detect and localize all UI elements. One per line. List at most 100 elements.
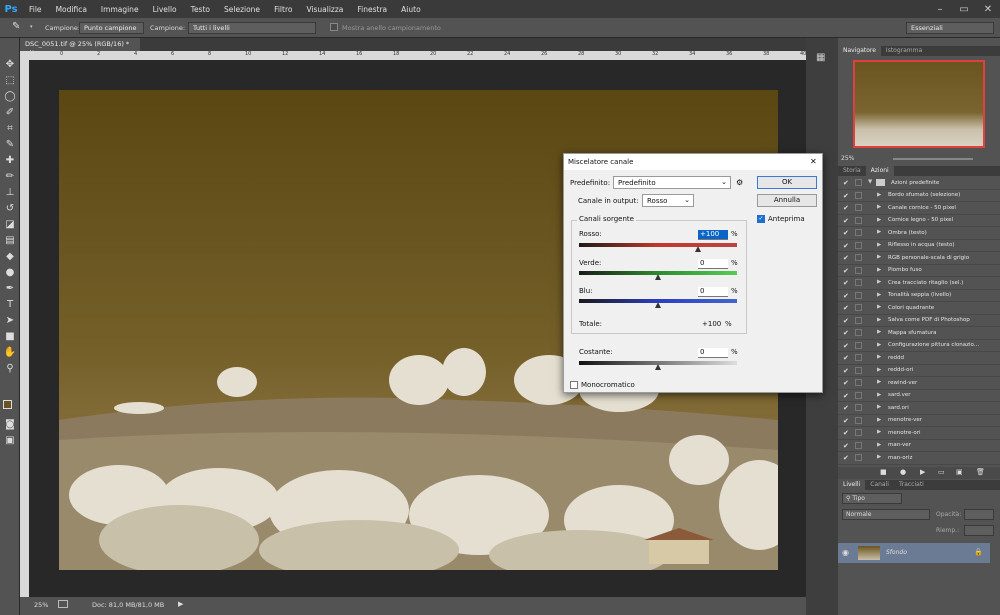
action-row[interactable]: ✔ ▶ rewind-ver — [838, 377, 1000, 390]
action-row[interactable]: ✔ ▶ Piombo fuso — [838, 265, 1000, 277]
opacity-field[interactable] — [964, 509, 994, 520]
eye-icon[interactable]: ◉ — [842, 548, 849, 557]
action-row[interactable]: ✔ ▶ reddd — [838, 352, 1000, 365]
expand-icon[interactable]: ▶ — [877, 417, 881, 423]
quick-mask-icon[interactable]: ◙ — [3, 418, 17, 432]
tab-histogram[interactable]: Istogramma — [881, 46, 927, 56]
action-row[interactable]: ✔ ▶ sard.ori — [838, 402, 1000, 415]
blur-tool-icon[interactable]: ◆ — [3, 250, 17, 264]
action-toggle-box[interactable] — [855, 441, 862, 449]
action-toggle-box[interactable] — [855, 229, 862, 236]
hand-tool-icon[interactable]: ✋ — [3, 346, 17, 360]
action-check-icon[interactable]: ✔ — [843, 192, 849, 200]
menu-immagine[interactable]: Immagine — [94, 5, 146, 14]
action-toggle-box[interactable] — [855, 341, 862, 349]
expand-icon[interactable]: ▶ — [877, 217, 881, 223]
action-check-icon[interactable]: ✔ — [843, 417, 849, 425]
blue-slider-thumb[interactable] — [655, 302, 661, 308]
foreground-color-swatch[interactable] — [3, 400, 12, 409]
panel-icon[interactable]: ▦ — [816, 52, 825, 63]
dodge-tool-icon[interactable]: ● — [3, 266, 17, 280]
action-check-icon[interactable]: ✔ — [843, 292, 849, 300]
zoom-level[interactable]: 25% — [34, 601, 48, 609]
action-toggle-box[interactable] — [855, 191, 862, 199]
zoom-tool-icon[interactable]: ⚲ — [3, 362, 17, 376]
action-check-icon[interactable]: ✔ — [843, 254, 849, 262]
sampling-ring-checkbox[interactable] — [330, 23, 338, 31]
ok-button[interactable]: OK — [757, 176, 817, 189]
navigator-zoom-slider[interactable] — [893, 158, 973, 160]
action-check-icon[interactable]: ✔ — [843, 442, 849, 450]
action-toggle-box[interactable] — [855, 329, 862, 336]
action-row[interactable]: ✔ ▶ menotre-ori — [838, 427, 1000, 440]
action-row[interactable]: ✔ ▶ Ombra (testo) — [838, 227, 1000, 240]
action-toggle-box[interactable] — [855, 354, 862, 361]
dialog-close-icon[interactable]: ✕ — [810, 157, 817, 166]
action-check-icon[interactable]: ✔ — [843, 342, 849, 350]
minimize-button[interactable]: – — [928, 0, 952, 18]
action-toggle-box[interactable] — [855, 291, 862, 299]
eyedropper-tool-icon[interactable]: ✎ — [3, 138, 17, 152]
menu-finestra[interactable]: Finestra — [350, 5, 394, 14]
cancel-button[interactable]: Annulla — [757, 194, 817, 207]
workspace-select[interactable]: Essenziali — [906, 22, 994, 34]
fill-field[interactable] — [964, 525, 994, 536]
action-row[interactable]: ✔ ▶ Mappa sfumatura — [838, 327, 1000, 340]
expand-icon[interactable]: ▶ — [877, 317, 881, 323]
share-icon[interactable] — [58, 600, 68, 608]
expand-icon[interactable]: ▶ — [877, 379, 881, 385]
expand-icon[interactable]: ▶ — [877, 242, 881, 248]
tab-actions[interactable]: Azioni — [865, 166, 894, 176]
new-action-icon[interactable]: ▣ — [956, 468, 963, 476]
play-icon[interactable]: ▶ — [920, 468, 925, 476]
move-tool-icon[interactable]: ✥ — [3, 58, 17, 72]
expand-icon[interactable]: ▶ — [877, 204, 881, 210]
action-check-icon[interactable]: ✔ — [843, 267, 849, 275]
action-row[interactable]: ✔ ▶ reddd-ori — [838, 365, 1000, 377]
layer-row-sfondo[interactable]: ◉ Sfondo 🔒 — [838, 543, 990, 563]
document-tab[interactable]: DSC_0051.tif @ 25% (RGB/16) * × — [20, 38, 140, 56]
quick-select-tool-icon[interactable]: ✐ — [3, 106, 17, 120]
expand-icon[interactable]: ▶ — [877, 404, 881, 410]
record-icon[interactable]: ● — [900, 468, 906, 476]
action-check-icon[interactable]: ✔ — [843, 217, 849, 225]
preview-checkbox[interactable]: ✓ — [757, 215, 765, 223]
action-check-icon[interactable]: ✔ — [843, 317, 849, 325]
expand-icon[interactable]: ▶ — [877, 267, 881, 273]
crop-tool-icon[interactable]: ⌗ — [3, 122, 17, 136]
blue-value-input[interactable]: 0 — [698, 287, 728, 297]
action-toggle-box[interactable] — [855, 279, 862, 286]
expand-icon[interactable]: ▶ — [877, 292, 881, 298]
action-toggle-box[interactable] — [855, 416, 862, 424]
action-row[interactable]: ✔ ▶ Salva come PDF di Photoshop — [838, 315, 1000, 327]
type-tool-icon[interactable]: T — [3, 298, 17, 312]
lasso-tool-icon[interactable]: ◯ — [3, 90, 17, 104]
path-select-icon[interactable]: ➤ — [3, 314, 17, 328]
action-check-icon[interactable]: ✔ — [843, 179, 849, 187]
navigator-thumbnail[interactable] — [853, 60, 985, 148]
status-arrow-icon[interactable]: ▶ — [178, 600, 183, 608]
action-toggle-box[interactable] — [855, 454, 862, 461]
action-toggle-box[interactable] — [855, 254, 862, 261]
menu-file[interactable]: File — [22, 5, 49, 14]
expand-icon[interactable]: ▶ — [877, 192, 881, 198]
action-check-icon[interactable]: ✔ — [843, 454, 849, 462]
sample-size-select[interactable]: Punto campione — [79, 22, 144, 34]
tab-paths[interactable]: Tracciati — [894, 480, 929, 490]
action-check-icon[interactable]: ✔ — [843, 242, 849, 250]
navigator-zoom[interactable]: 25% — [841, 155, 854, 162]
action-toggle-box[interactable] — [855, 404, 862, 411]
monochrome-checkbox[interactable] — [570, 381, 578, 389]
action-toggle-box[interactable] — [855, 204, 862, 211]
expand-icon[interactable]: ▶ — [877, 254, 881, 260]
expand-icon[interactable]: ▶ — [877, 329, 881, 335]
action-toggle-box[interactable] — [855, 304, 862, 311]
action-toggle-box[interactable] — [855, 429, 862, 436]
expand-icon[interactable]: ▶ — [877, 392, 881, 398]
red-slider-thumb[interactable] — [694, 246, 701, 252]
red-slider[interactable] — [579, 243, 737, 252]
action-row[interactable]: ✔ ▶ Tonalità seppia (livello) — [838, 290, 1000, 302]
sample-layers-select[interactable]: Tutti i livelli — [188, 22, 316, 34]
green-slider-thumb[interactable] — [655, 274, 661, 280]
menu-visualizza[interactable]: Visualizza — [299, 5, 350, 14]
